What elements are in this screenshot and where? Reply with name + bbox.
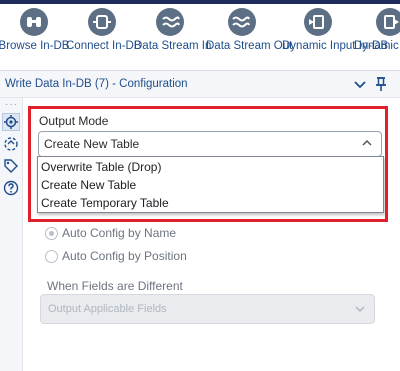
tool-dynamic-output-in-db[interactable]: Dynamic Output In-DB <box>354 4 400 53</box>
connect-icon <box>88 8 116 36</box>
radio-unselected-icon[interactable] <box>45 250 58 263</box>
tool-palette: Browse In-DB Connect In-DB Data Stream I… <box>0 4 400 71</box>
chevron-down-icon[interactable] <box>353 77 367 91</box>
chevron-up-icon <box>362 139 372 146</box>
output-mode-dropdown-list: Overwrite Table (Drop) Create New Table … <box>37 156 384 213</box>
data-stream-in-icon <box>156 8 184 36</box>
tool-label: Connect In-DB <box>66 40 142 52</box>
radio-label: Auto Config by Name <box>62 226 177 240</box>
tool-data-stream-out[interactable]: Data Stream Out <box>206 4 293 53</box>
dynamic-input-icon <box>304 8 332 36</box>
radio-label: Auto Config by Position <box>62 249 187 263</box>
config-sidebar: ··· <box>0 98 23 371</box>
pin-icon[interactable] <box>374 76 388 92</box>
configuration-title: Write Data In-DB (7) - Configuration <box>5 78 188 90</box>
tool-data-stream-in[interactable]: Data Stream In <box>134 4 212 53</box>
tool-label: Data Stream Out <box>206 40 293 52</box>
dropdown-option-overwrite[interactable]: Overwrite Table (Drop) <box>41 160 161 174</box>
output-mode-selected-value: Create New Table <box>44 137 140 151</box>
tool-label: Dynamic Output In-DB <box>354 40 400 52</box>
tool-dynamic-input-in-db[interactable]: Dynamic Input In-DB <box>282 4 389 53</box>
binoculars-icon <box>20 8 48 36</box>
tool-browse-in-db[interactable]: Browse In-DB <box>0 4 70 53</box>
dropdown-option-create-new[interactable]: Create New Table <box>41 178 136 192</box>
dropdown-option-create-temporary[interactable]: Create Temporary Table <box>41 196 169 210</box>
output-mode-select[interactable]: Create New Table <box>38 131 382 157</box>
tool-label: Browse In-DB <box>0 40 70 52</box>
more-dots-icon: ··· <box>5 99 18 110</box>
help-icon[interactable] <box>3 180 19 196</box>
configuration-header: Write Data In-DB (7) - Configuration <box>0 71 400 98</box>
when-fields-different-label: When Fields are Different <box>47 279 183 293</box>
chevron-down-icon <box>355 306 365 313</box>
fields-different-select[interactable]: Output Applicable Fields <box>40 294 375 324</box>
tool-label: Dynamic Input In-DB <box>282 40 389 52</box>
dynamic-output-icon <box>376 8 400 36</box>
connection-progress-icon[interactable] <box>3 136 19 152</box>
tag-icon[interactable] <box>3 158 19 174</box>
tool-label: Data Stream In <box>134 40 212 52</box>
radio-selected-icon[interactable] <box>45 227 58 240</box>
data-stream-out-icon <box>228 8 256 36</box>
output-mode-label: Output Mode <box>39 114 109 128</box>
gear-icon[interactable] <box>2 113 20 131</box>
fields-different-value: Output Applicable Fields <box>48 303 167 315</box>
tool-connect-in-db[interactable]: Connect In-DB <box>66 4 142 53</box>
